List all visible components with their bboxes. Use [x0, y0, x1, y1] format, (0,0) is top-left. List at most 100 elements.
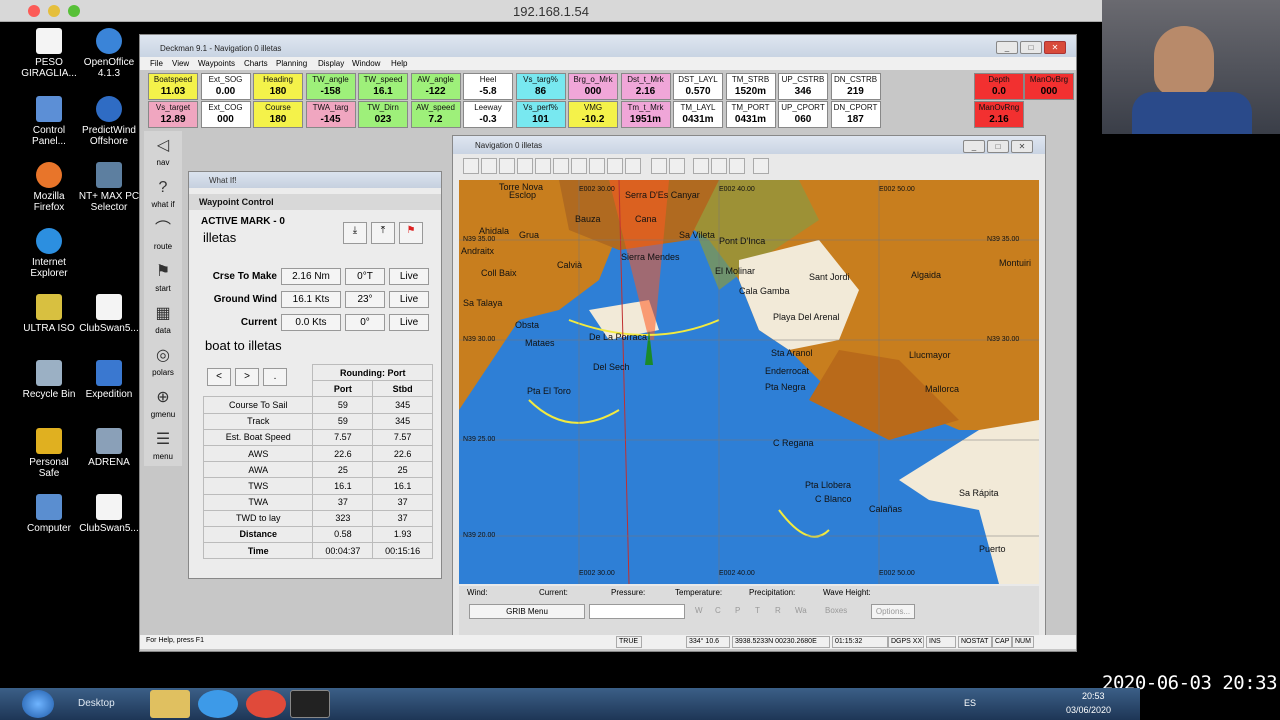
- menu-display[interactable]: Display: [318, 59, 344, 68]
- live-button[interactable]: Live: [389, 291, 429, 308]
- measure-icon[interactable]: [571, 158, 587, 174]
- grib-wa-check[interactable]: Wa: [795, 606, 807, 615]
- chrome-taskbar-icon[interactable]: [246, 690, 286, 718]
- grib-r-check[interactable]: R: [775, 606, 781, 615]
- nav-close-button[interactable]: ✕: [1011, 140, 1033, 153]
- gauge-ext-sog[interactable]: Ext_SOG 0.00: [200, 73, 251, 100]
- sidebar-menu[interactable]: ☰ menu: [144, 429, 182, 461]
- sidebar-polars[interactable]: ◎ polars: [144, 345, 182, 377]
- nav-maximize-button[interactable]: □: [987, 140, 1009, 153]
- clock-date[interactable]: 03/06/2020: [1066, 705, 1111, 715]
- search-icon[interactable]: [535, 158, 551, 174]
- desktop-icon-predictwind[interactable]: PredictWind Offshore: [78, 96, 140, 147]
- desktop-icon-adrena[interactable]: ADRENA: [78, 428, 140, 468]
- grib-boxes-check[interactable]: Boxes: [825, 606, 847, 615]
- desktop-icon-clubswan-2[interactable]: ClubSwan5...: [78, 494, 140, 534]
- live-button[interactable]: Live: [389, 268, 429, 285]
- layer-2-icon[interactable]: [711, 158, 727, 174]
- desktop-icon-ie[interactable]: Internet Explorer: [18, 228, 80, 279]
- gauge-leeway[interactable]: Leeway -0.3: [463, 101, 513, 128]
- gauge-course[interactable]: Course 180: [253, 101, 303, 128]
- desktop-icon-ntmax[interactable]: NT+ MAX PC Selector: [78, 162, 140, 213]
- minimize-button[interactable]: _: [996, 41, 1018, 54]
- gauge-tw-angle[interactable]: TW_angle -158: [305, 73, 356, 100]
- what-if-angle-field[interactable]: 0°: [345, 314, 385, 331]
- desktop-icon-control-panel[interactable]: Control Panel...: [18, 96, 80, 147]
- clock-time[interactable]: 20:53: [1082, 691, 1105, 701]
- desktop-icon-expedition[interactable]: Expedition: [78, 360, 140, 400]
- center-icon[interactable]: [517, 158, 533, 174]
- ie-taskbar-icon[interactable]: [198, 690, 238, 718]
- gauge-heading[interactable]: Heading 180: [253, 73, 303, 100]
- gauge-boatspeed[interactable]: Boatspeed 11.03: [148, 73, 198, 100]
- what-if-value-field[interactable]: 16.1 Kts: [281, 291, 341, 308]
- zoom-out-area-icon[interactable]: [499, 158, 515, 174]
- sidebar-start[interactable]: ⚑ start: [144, 261, 182, 293]
- desktop-toolbar[interactable]: Desktop: [78, 698, 115, 709]
- gauge-heel[interactable]: Heel -5.8: [463, 73, 513, 100]
- desktop-icon-personal-safe[interactable]: Personal Safe: [18, 428, 80, 479]
- what-if-angle-field[interactable]: 23°: [345, 291, 385, 308]
- sidebar-gmenu[interactable]: ⊕ gmenu: [144, 387, 182, 419]
- zoom-fit-icon[interactable]: [463, 158, 479, 174]
- nautical-chart[interactable]: Torre Nova Esclop Serra D'Es Canyar Ahidala…: [459, 180, 1039, 584]
- what-if-value-field[interactable]: 0.0 Kts: [281, 314, 341, 331]
- gauge-tm-t-mrk[interactable]: Tm_t_Mrk 1951m: [620, 101, 671, 128]
- desktop-icon-peso[interactable]: PESO GIRAGLIA...: [18, 28, 80, 79]
- grib-w-check[interactable]: W: [695, 606, 703, 615]
- range-icon[interactable]: [625, 158, 641, 174]
- wp-del-icon[interactable]: [669, 158, 685, 174]
- gauge-vs-perf-[interactable]: Vs_perf% 101: [515, 101, 566, 128]
- prev-mark-icon[interactable]: ⤓: [343, 222, 367, 244]
- desktop-icon-ultraiso[interactable]: ULTRA ISO: [18, 294, 80, 334]
- menu-help[interactable]: Help: [391, 59, 407, 68]
- gauge-tw-dirn[interactable]: TW_Dirn 023: [358, 101, 408, 128]
- what-if-value-field[interactable]: 2.16 Nm: [281, 268, 341, 285]
- menu-waypoints[interactable]: Waypoints: [198, 59, 235, 68]
- gauge-twa-targ[interactable]: TWA_targ -145: [305, 101, 356, 128]
- menu-view[interactable]: View: [172, 59, 189, 68]
- menu-charts[interactable]: Charts: [244, 59, 268, 68]
- what-if-angle-field[interactable]: 0°T: [345, 268, 385, 285]
- menu-file[interactable]: File: [150, 59, 163, 68]
- gauge-aw-speed[interactable]: AW_speed 7.2: [410, 101, 461, 128]
- start-button[interactable]: [22, 690, 54, 718]
- grib-p-check[interactable]: P: [735, 606, 740, 615]
- gauge-dst-layl[interactable]: DST_LAYL 0.570: [673, 73, 723, 100]
- gauge-up-cstrb[interactable]: UP_CSTRB 346: [778, 73, 828, 100]
- next-mark-icon[interactable]: ⤒: [371, 222, 395, 244]
- desktop-icon-recycle-bin[interactable]: Recycle Bin: [18, 360, 80, 400]
- layer-3-icon[interactable]: [729, 158, 745, 174]
- menu-window[interactable]: Window: [352, 59, 380, 68]
- nav-minimize-button[interactable]: _: [963, 140, 985, 153]
- sidebar-data[interactable]: ▦ data: [144, 303, 182, 335]
- grib-options-button[interactable]: Options...: [871, 604, 915, 619]
- gauge-depth[interactable]: Depth 0.0: [974, 73, 1024, 100]
- desktop-icon-openoffice[interactable]: OpenOffice 4.1.3: [78, 28, 140, 79]
- maximize-button[interactable]: □: [1020, 41, 1042, 54]
- gauge-manovbrg[interactable]: ManOvBrg 000: [1024, 73, 1074, 100]
- live-button[interactable]: Live: [389, 314, 429, 331]
- close-button[interactable]: ✕: [1044, 41, 1066, 54]
- flag-mark-icon[interactable]: ⚑: [399, 222, 423, 244]
- gauge-tm-layl[interactable]: TM_LAYL 0431m: [673, 101, 723, 128]
- route-tool-icon[interactable]: [607, 158, 623, 174]
- gauge-ext-cog[interactable]: Ext_COG 000: [200, 101, 251, 128]
- desktop-icon-clubswan-1[interactable]: ClubSwan5...: [78, 294, 140, 334]
- wp-add-icon[interactable]: [651, 158, 667, 174]
- sidebar-route[interactable]: ⌒ route: [144, 219, 182, 251]
- gauge-dn-cport[interactable]: DN_CPORT 187: [830, 101, 881, 128]
- zoom-icon2-icon[interactable]: [553, 158, 569, 174]
- pan-icon[interactable]: [589, 158, 605, 174]
- grib-select[interactable]: [589, 604, 685, 619]
- sidebar-nav[interactable]: ◁ nav: [144, 135, 182, 167]
- gauge-vs-targ-[interactable]: Vs_targ% 86: [515, 73, 566, 100]
- desktop-icon-firefox[interactable]: Mozilla Firefox: [18, 162, 80, 213]
- grib-c-check[interactable]: C: [715, 606, 721, 615]
- deckman-taskbar-icon[interactable]: [290, 690, 330, 718]
- language-indicator[interactable]: ES: [964, 698, 976, 708]
- gauge-dst-t-mrk[interactable]: Dst_t_Mrk 2.16: [620, 73, 671, 100]
- grib-t-check[interactable]: T: [755, 606, 760, 615]
- explorer-taskbar-icon[interactable]: [150, 690, 190, 718]
- gauge-vmg[interactable]: VMG -10.2: [568, 101, 618, 128]
